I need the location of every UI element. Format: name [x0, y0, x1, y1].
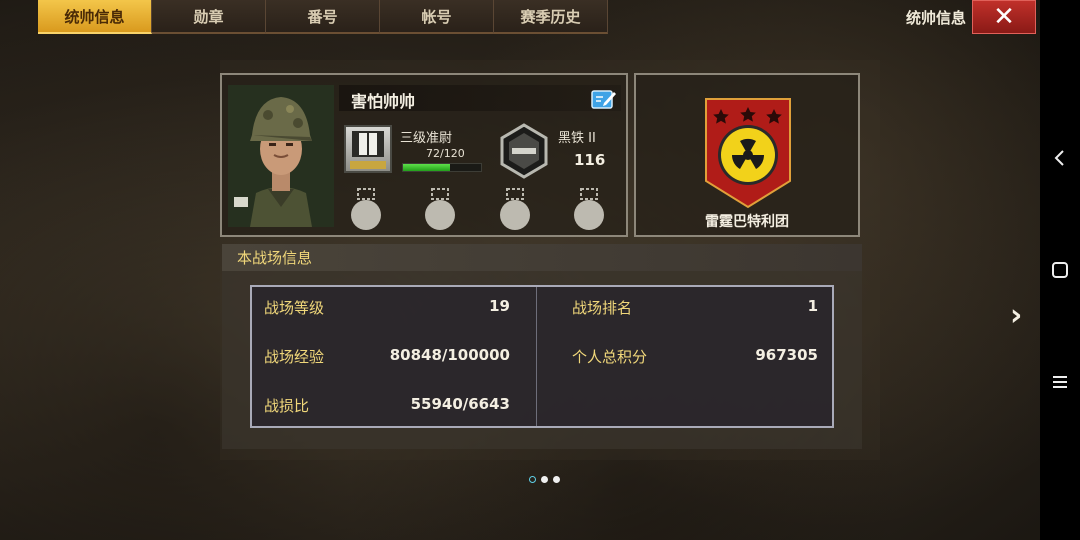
stat-value: 967305	[755, 346, 818, 364]
menu-icon	[1053, 376, 1067, 388]
stat-value: 55940/6643	[410, 395, 510, 413]
page-title: 统帅信息	[906, 9, 967, 27]
section-header: 本战场信息	[222, 244, 862, 271]
tab-commander-info[interactable]: 统帅信息	[38, 0, 152, 34]
home-icon	[1052, 262, 1068, 278]
close-icon: ✕	[993, 2, 1015, 32]
page-indicator	[529, 476, 560, 483]
medal-slot-icon[interactable]	[497, 187, 533, 231]
stat-label: 战场等级	[264, 299, 325, 317]
league-score: 116	[574, 151, 606, 169]
player-card: 害怕帅帅 三级准尉 72/120 黑铁 II 116	[220, 73, 628, 237]
edit-icon[interactable]	[591, 88, 617, 110]
stat-label: 战场经验	[264, 348, 325, 366]
league-name: 黑铁 II	[558, 131, 596, 146]
exp-progress-fill	[403, 164, 450, 171]
avatar[interactable]	[228, 85, 334, 227]
close-button[interactable]: ✕	[972, 0, 1036, 34]
legion-name: 雷霆巴特利团	[705, 214, 789, 230]
tab-season-history[interactable]: 赛季历史	[494, 0, 608, 34]
medal-slot-icon[interactable]	[571, 187, 607, 231]
medal-slot-icon[interactable]	[348, 187, 384, 231]
tab-account[interactable]: 帐号	[380, 0, 494, 34]
back-button[interactable]	[1040, 138, 1080, 178]
stat-value: 80848/100000	[389, 346, 510, 364]
stat-label: 战损比	[264, 397, 310, 415]
next-page-arrow-icon[interactable]: ›	[1010, 298, 1022, 333]
column-divider	[536, 287, 537, 426]
rank-name: 三级准尉	[400, 131, 453, 146]
legion-card[interactable]: 雷霆巴特利团	[634, 73, 860, 237]
name-bar: 害怕帅帅	[339, 85, 621, 111]
recents-button[interactable]	[1040, 362, 1080, 402]
back-icon	[1054, 150, 1064, 166]
stats-table: 战场等级 19 战场排名 1 战场经验 80848/100000 个人总积分 9…	[250, 285, 834, 428]
page-dot[interactable]	[529, 476, 536, 483]
medal-slot-icon[interactable]	[422, 187, 458, 231]
rank-insignia-icon	[344, 125, 392, 173]
player-name: 害怕帅帅	[351, 92, 416, 111]
tab-bar: 统帅信息 勋章 番号 帐号 赛季历史	[38, 0, 608, 34]
league-rank-icon	[500, 123, 548, 179]
page-dot[interactable]	[541, 476, 548, 483]
legion-emblem-icon	[705, 98, 791, 209]
stat-value: 1	[807, 297, 818, 315]
stat-label: 个人总积分	[572, 348, 648, 366]
system-nav-bar	[1040, 0, 1080, 540]
exp-progress-bar	[402, 163, 482, 172]
section-title: 本战场信息	[237, 249, 313, 267]
page-dot[interactable]	[553, 476, 560, 483]
tab-designation[interactable]: 番号	[266, 0, 380, 34]
stat-value: 19	[489, 297, 510, 315]
stat-label: 战场排名	[572, 299, 633, 317]
exp-text: 72/120	[426, 147, 465, 160]
tab-medals[interactable]: 勋章	[152, 0, 266, 34]
home-button[interactable]	[1040, 250, 1080, 290]
